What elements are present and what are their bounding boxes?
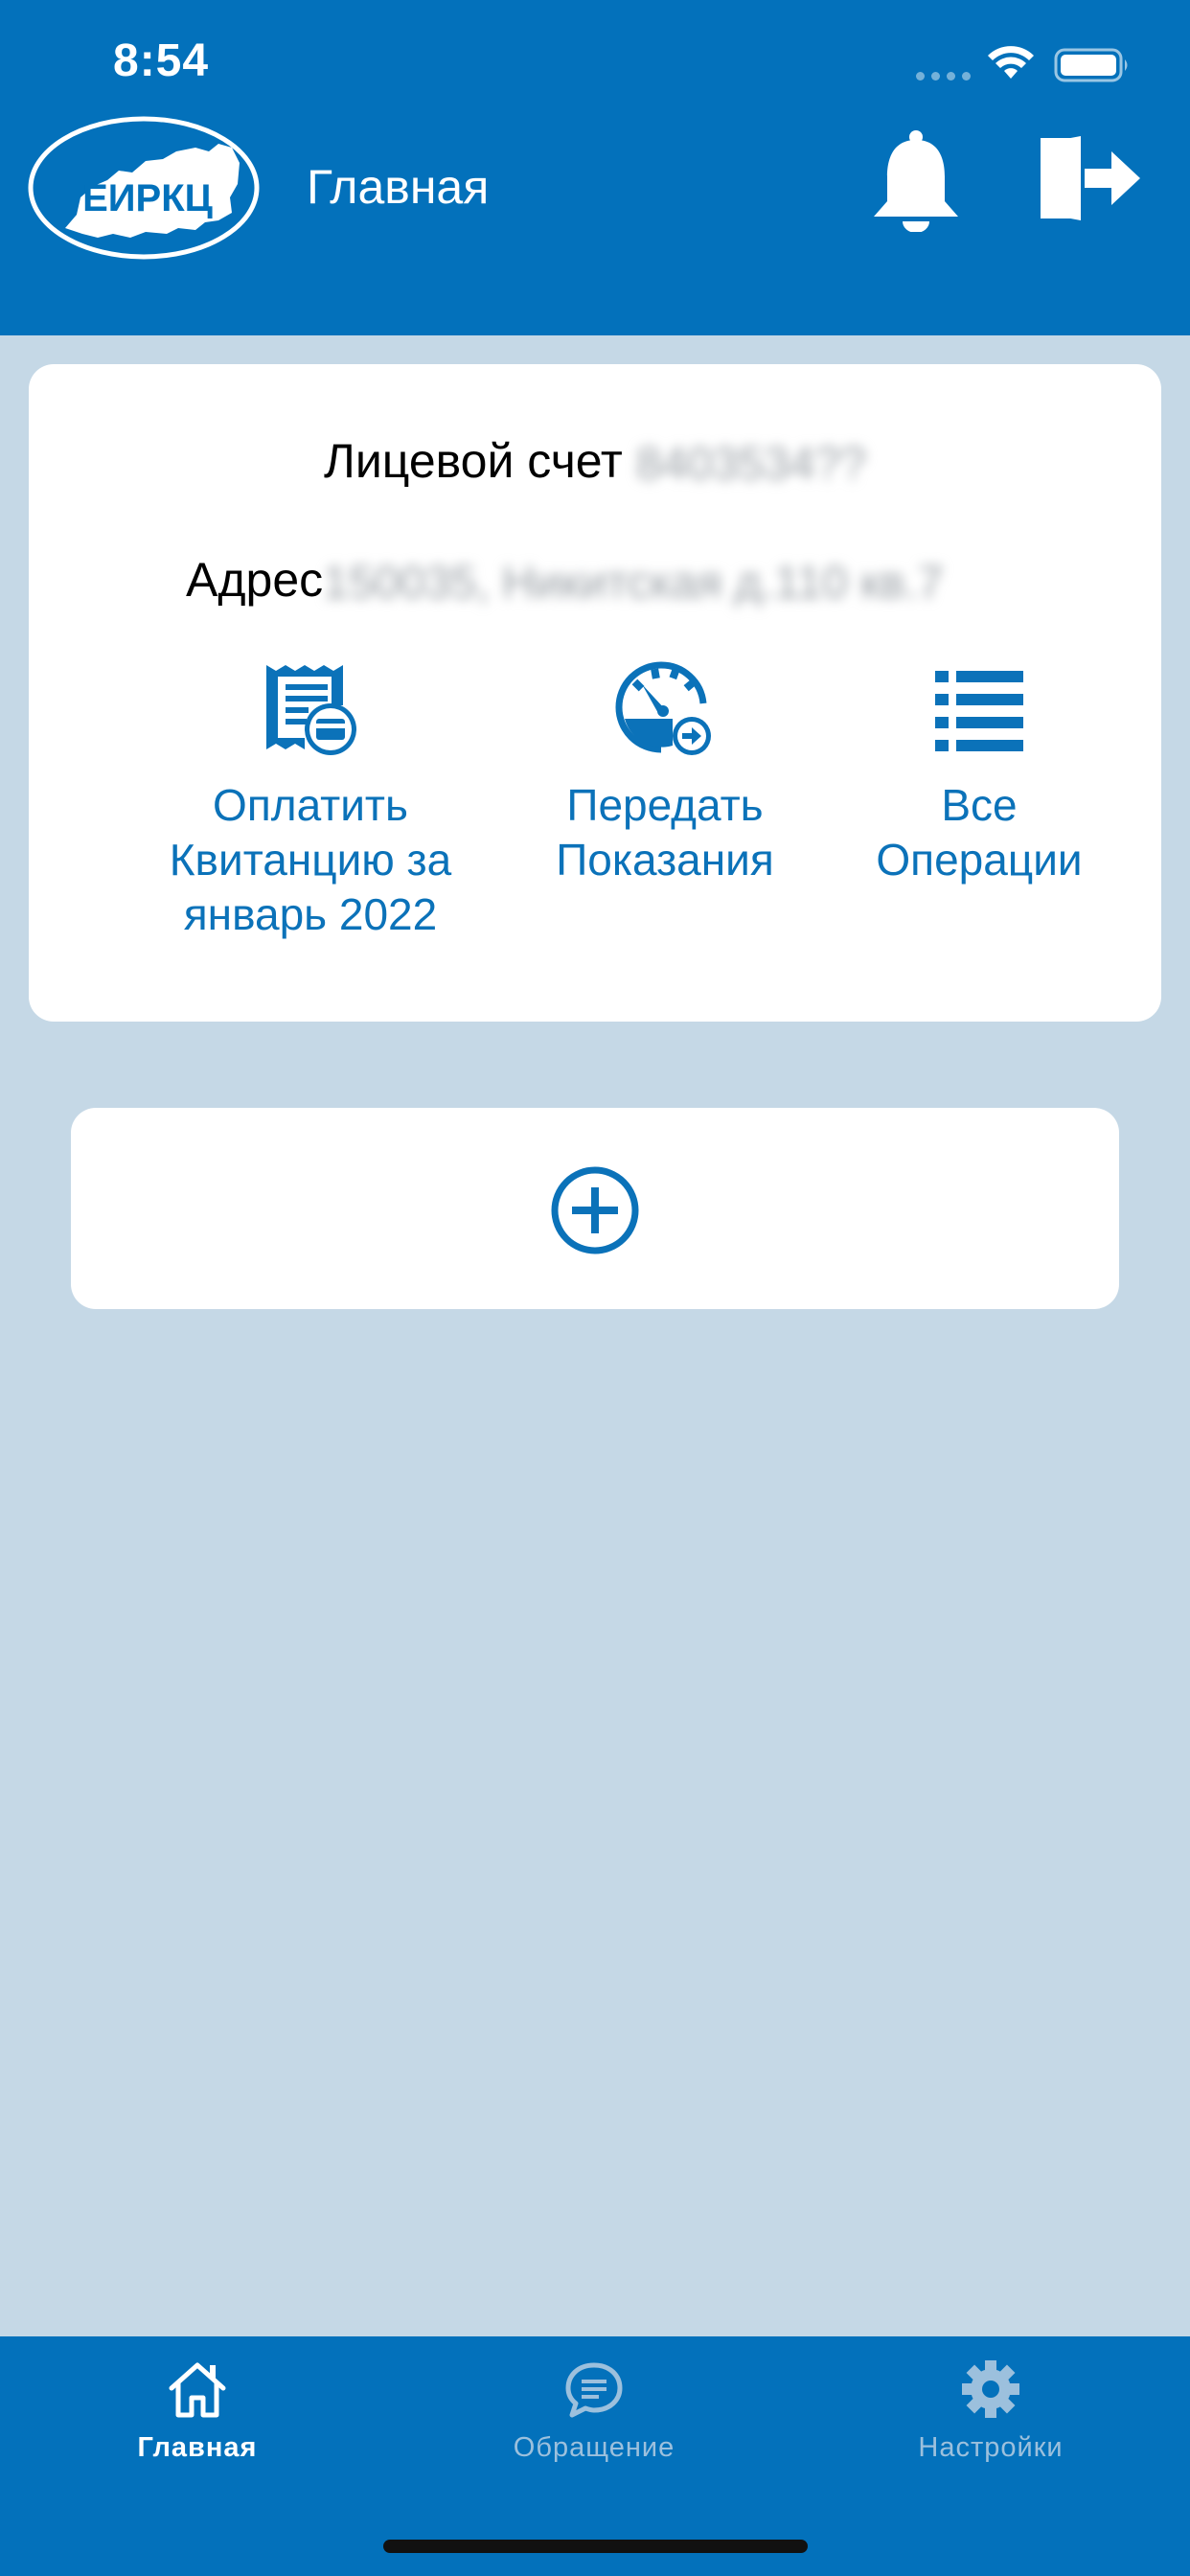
account-actions: Оплатить Квитанцию за январь 2022 Переда… [29, 661, 1161, 987]
pay-receipt-button[interactable]: Оплатить Квитанцию за январь 2022 [115, 661, 506, 942]
bell-icon[interactable] [868, 128, 964, 232]
list-icon [935, 671, 1023, 751]
tab-settings-label: Настройки [918, 2432, 1064, 2463]
meter-arrow-icon [615, 661, 711, 755]
account-number-blurred: 8403534?? [635, 439, 866, 491]
add-account-button[interactable] [71, 1108, 1119, 1309]
all-operations-button[interactable]: Все Операции [795, 661, 1163, 887]
account-label: Лицевой счет [324, 434, 623, 488]
tab-appeal-label: Обращение [513, 2432, 675, 2463]
account-card: Лицевой счет 8403534?? Адрес150035, Ники… [29, 364, 1161, 1022]
tab-bar: Главная Обращение Настройки [0, 2336, 1190, 2576]
logo-text: ЕИРКЦ [82, 177, 213, 219]
gear-icon [962, 2360, 1019, 2418]
tab-settings[interactable]: Настройки [847, 2359, 1134, 2464]
home-icon [169, 2362, 226, 2418]
account-number-row: Лицевой счет 8403534?? [29, 433, 1161, 491]
status-time: 8:54 [113, 35, 210, 86]
tab-appeal[interactable]: Обращение [450, 2359, 738, 2464]
page-title: Главная [307, 160, 490, 214]
wifi-icon [988, 46, 1034, 79]
tab-home[interactable]: Главная [54, 2359, 341, 2464]
logout-icon[interactable] [1035, 134, 1142, 222]
address-value-blurred: 150035, Никитская д.110 кв.7 [323, 558, 944, 610]
chat-icon [565, 2362, 623, 2418]
tab-home-label: Главная [137, 2432, 258, 2463]
address-label: Адрес [186, 553, 324, 607]
eirkc-logo: ЕИРКЦ [28, 116, 260, 260]
cellular-signal-icon [916, 72, 971, 80]
receipt-card-icon [266, 665, 356, 755]
battery-icon [1054, 48, 1128, 82]
plus-circle-icon [551, 1166, 639, 1254]
app-header: 8:54 ЕИРКЦ Главная [0, 0, 1190, 335]
home-indicator [383, 2540, 808, 2553]
all-operations-label: Все Операции [876, 780, 1083, 885]
pay-receipt-label: Оплатить Квитанцию за январь 2022 [169, 780, 452, 939]
address-row: Адрес150035, Никитская д.110 кв.7 [186, 552, 944, 610]
